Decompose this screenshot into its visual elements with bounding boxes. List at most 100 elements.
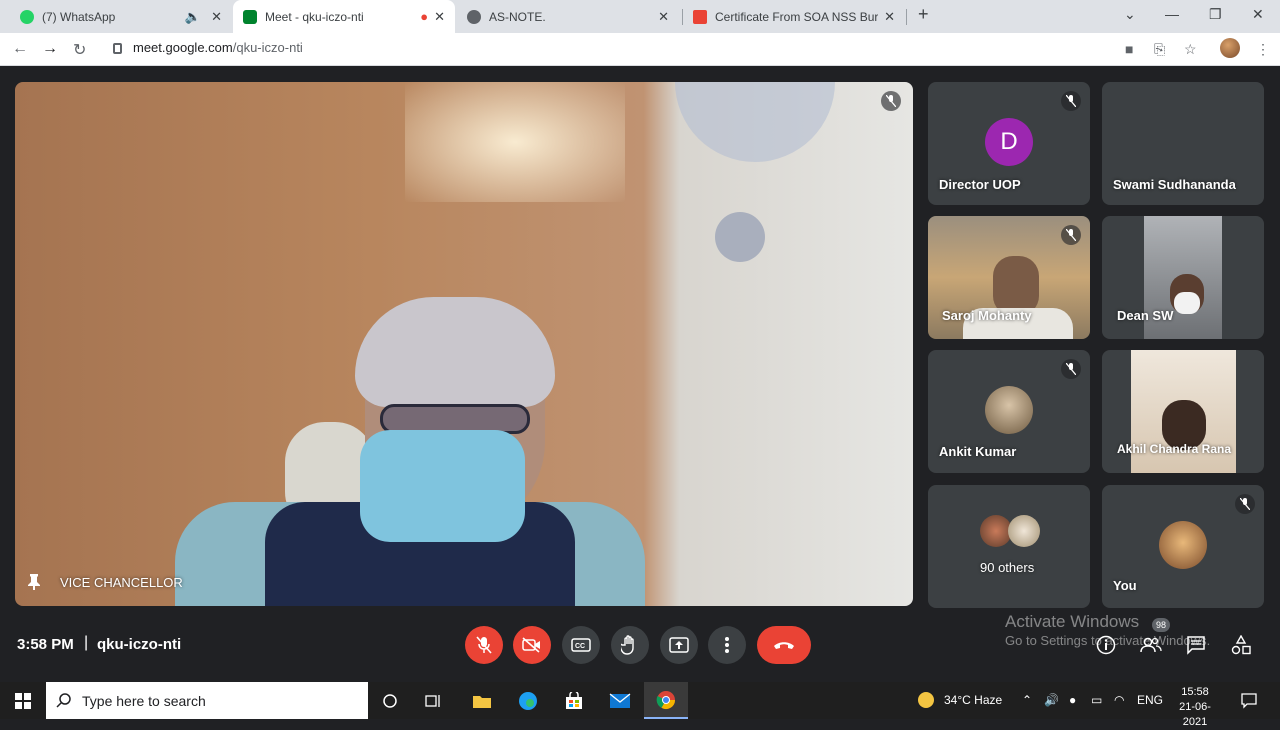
mic-off-icon [476, 636, 492, 654]
tab-as-note[interactable]: AS-NOTE. ✕ [457, 0, 679, 33]
tab-search-icon[interactable]: ⌄ [1124, 6, 1136, 23]
weather-icon[interactable] [916, 690, 936, 713]
show-hidden-icons[interactable]: ⌃ [1022, 693, 1032, 707]
participant-tile[interactable]: Ankit Kumar [928, 350, 1090, 473]
store-icon[interactable] [562, 689, 586, 713]
file-explorer-icon[interactable] [470, 689, 494, 713]
main-speaker-tile [15, 82, 913, 606]
chrome-icon [656, 691, 675, 710]
tab-meet[interactable]: Meet - qku-iczo-nti ● ✕ [233, 0, 455, 33]
chat-icon [1187, 636, 1205, 655]
new-tab-button[interactable]: + [918, 4, 929, 25]
captions-button[interactable]: CC [562, 626, 600, 664]
mic-off-icon [1235, 494, 1255, 514]
search-icon [56, 693, 71, 708]
edge-icon[interactable] [516, 689, 540, 713]
participant-tile[interactable]: Akhil Chandra Rana [1102, 350, 1264, 473]
volume-icon[interactable]: 🔊 [1044, 693, 1059, 707]
close-tab-icon[interactable]: ✕ [658, 9, 669, 25]
more-options-button[interactable] [708, 626, 746, 664]
info-icon [1096, 635, 1116, 655]
pin-icon[interactable] [28, 574, 40, 590]
participant-name: Swami Sudhananda [1113, 177, 1236, 192]
avatar [1008, 515, 1040, 547]
address-bar: ← → ↻ meet.google.com/qku-iczo-nti ■ ⎘ ☆… [0, 33, 1280, 66]
present-button[interactable] [660, 626, 698, 664]
camera-toggle-button[interactable] [513, 626, 551, 664]
raise-hand-button[interactable] [611, 626, 649, 664]
end-call-button[interactable] [757, 626, 811, 664]
tab-separator [906, 9, 907, 25]
globe-icon [467, 9, 481, 24]
avatar: D [985, 118, 1033, 166]
camera-icon[interactable]: ■ [1125, 41, 1133, 57]
windows-taskbar: Type here to search 34°C Haze ⌃ 🔊 ● ▭ ◠ … [0, 682, 1280, 728]
participant-name: Ankit Kumar [939, 444, 1017, 459]
divider: | [84, 634, 89, 651]
mic-toggle-button[interactable] [465, 626, 503, 664]
forward-icon[interactable]: → [42, 40, 58, 58]
tab-whatsapp[interactable]: (7) WhatsApp 🔈 ✕ [10, 0, 232, 33]
menu-icon[interactable]: ⋮ [1256, 41, 1270, 58]
translate-icon[interactable]: ⎘ [1154, 41, 1165, 58]
minimize-button[interactable]: — [1165, 6, 1179, 22]
participant-name: 90 others [980, 560, 1035, 575]
mail-icon[interactable] [608, 689, 632, 713]
weather-text[interactable]: 34°C Haze [944, 693, 1002, 707]
chat-button[interactable] [1183, 632, 1209, 658]
recording-icon: ● [420, 9, 429, 24]
mic-off-icon [881, 91, 901, 111]
meeting-time: 3:58 PM [17, 636, 74, 653]
maximize-button[interactable]: ❐ [1209, 6, 1222, 23]
microphone-icon[interactable]: ● [1069, 693, 1076, 707]
tab-gmail[interactable]: Certificate From SOA NSS Burea ✕ [683, 0, 905, 33]
activities-button[interactable] [1228, 632, 1254, 658]
task-view-button[interactable] [422, 689, 446, 713]
windows-logo-icon [15, 693, 31, 709]
main-speaker-name: VICE CHANCELLOR [60, 575, 183, 590]
task-view-icon [425, 695, 440, 707]
hand-icon [621, 635, 634, 655]
browser-tab-strip: (7) WhatsApp 🔈 ✕ Meet - qku-iczo-nti ● ✕… [0, 0, 1280, 33]
wifi-icon[interactable]: ◠ [1114, 693, 1124, 707]
participant-name: Director UOP [939, 177, 1021, 192]
reload-icon[interactable]: ↻ [73, 40, 86, 60]
meeting-details-button[interactable] [1093, 632, 1119, 658]
close-window-button[interactable]: ✕ [1252, 6, 1264, 23]
participant-tile[interactable]: Swami Sudhananda [1102, 82, 1264, 205]
notification-icon[interactable] [1241, 693, 1257, 712]
avatar [1159, 521, 1207, 569]
back-icon[interactable]: ← [12, 40, 28, 58]
participants-button[interactable] [1138, 632, 1164, 658]
url-field[interactable]: meet.google.com/qku-iczo-nti [133, 40, 303, 55]
taskbar-clock[interactable]: 15:58 21-06-2021 [1170, 685, 1220, 730]
start-button[interactable] [11, 689, 35, 713]
close-tab-icon[interactable]: ✕ [434, 9, 445, 25]
close-tab-icon[interactable]: ✕ [884, 9, 895, 25]
battery-icon[interactable]: ▭ [1091, 693, 1102, 707]
language-indicator[interactable]: ENG [1137, 693, 1163, 707]
mic-off-icon [1061, 91, 1081, 111]
people-icon [1140, 637, 1162, 653]
profile-avatar[interactable] [1220, 38, 1240, 58]
chrome-taskbar-button[interactable] [644, 682, 688, 719]
more-vert-icon [725, 637, 729, 653]
participant-tile[interactable]: 90 others [928, 485, 1090, 608]
svg-text:CC: CC [575, 643, 585, 650]
participant-name: You [1113, 578, 1137, 593]
bookmark-star-icon[interactable]: ☆ [1184, 41, 1197, 58]
participant-name: Dean SW [1117, 308, 1174, 323]
activities-icon [1231, 635, 1251, 655]
lock-icon [113, 43, 122, 54]
whatsapp-icon [20, 9, 34, 24]
participant-tile[interactable]: Dean SW [1102, 216, 1264, 339]
fan-shape [675, 82, 835, 162]
participant-tile[interactable]: D Director UOP [928, 82, 1090, 205]
participant-tile[interactable]: You [1102, 485, 1264, 608]
taskbar-search-box[interactable]: Type here to search [46, 682, 368, 719]
cortana-button[interactable] [378, 689, 402, 713]
activate-windows-title: Activate Windows [1005, 612, 1140, 631]
close-tab-icon[interactable]: ✕ [211, 9, 222, 25]
participant-tile[interactable]: Saroj Mohanty [928, 216, 1090, 339]
participant-name: Saroj Mohanty [942, 308, 1032, 323]
